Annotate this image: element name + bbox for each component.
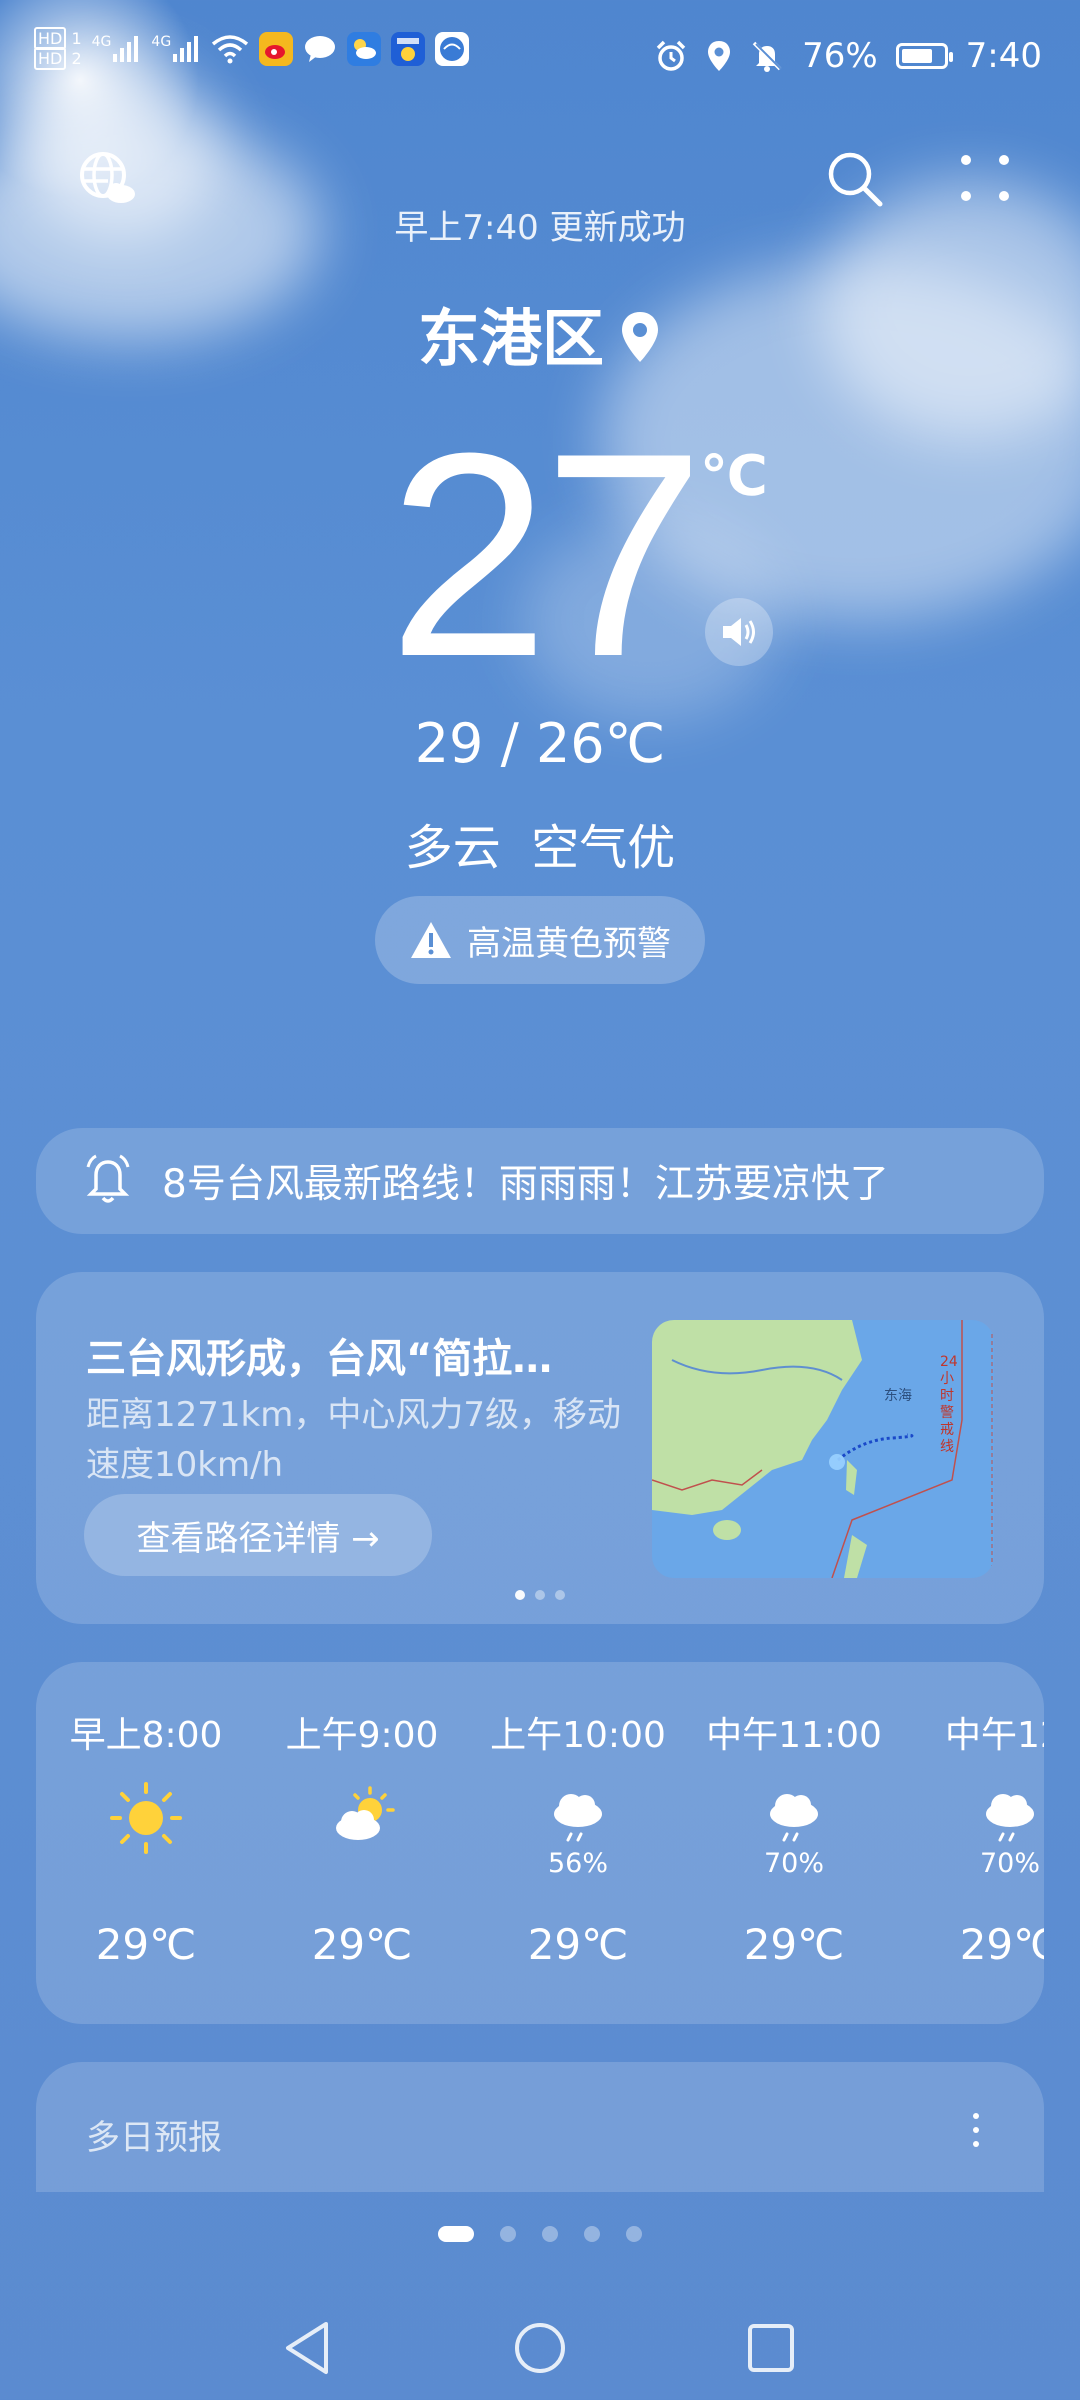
hour-item[interactable]: 中午12: 70% 29℃ bbox=[910, 1706, 1044, 1969]
hour-time: 上午10:00 bbox=[490, 1715, 666, 1756]
speaker-icon bbox=[723, 618, 755, 646]
partly-cloudy-icon bbox=[262, 1776, 462, 1860]
multi-day-label: 多日预报 bbox=[86, 2118, 222, 2158]
signal-icon-2: 4G bbox=[151, 34, 201, 64]
alert-label: 高温黄色预警 bbox=[467, 923, 671, 964]
current-temperature: 27 bbox=[388, 393, 705, 717]
weibo-app-icon bbox=[259, 32, 294, 66]
hour-temp: 29℃ bbox=[743, 1920, 845, 1969]
hour-time: 早上8:00 bbox=[69, 1715, 223, 1756]
multi-day-forecast-card[interactable]: 多日预报 bbox=[36, 2062, 1044, 2192]
hour-temp: 29℃ bbox=[95, 1920, 197, 1969]
sim-indicator: HD 1 HD 2 bbox=[34, 27, 82, 70]
recents-button[interactable] bbox=[742, 2318, 798, 2382]
hour-item[interactable]: 上午10:00 56% 29℃ bbox=[478, 1706, 678, 1969]
hour-temp: 29℃ bbox=[527, 1920, 629, 1969]
location-pin-icon bbox=[618, 306, 662, 379]
hour-item[interactable]: 上午9:00 29℃ bbox=[262, 1706, 462, 1969]
wifi-icon bbox=[211, 34, 249, 64]
typhoon-card[interactable]: 三台风形成，台风“简拉… 距离1271km，中心风力7级，移动速度10km/h … bbox=[36, 1272, 1044, 1624]
typhoon-title: 三台风形成，台风“简拉… bbox=[86, 1336, 553, 1382]
back-triangle-icon bbox=[286, 2322, 328, 2374]
page-indicator bbox=[0, 2226, 1080, 2242]
sun-icon bbox=[46, 1776, 246, 1860]
card-more-button[interactable] bbox=[972, 2112, 980, 2152]
hour-time: 上午9:00 bbox=[285, 1715, 439, 1756]
browser-app-icon bbox=[435, 32, 470, 66]
recents-square-icon bbox=[748, 2324, 794, 2372]
bell-icon bbox=[84, 1153, 132, 1209]
home-button[interactable] bbox=[510, 2318, 570, 2382]
hour-item[interactable]: 早上8:00 29℃ bbox=[46, 1706, 246, 1969]
vertical-dots-icon bbox=[973, 2113, 979, 2147]
message-icon bbox=[303, 34, 337, 64]
weather-alert-chip[interactable]: 高温黄色预警 bbox=[375, 896, 705, 984]
app-icon-blue bbox=[391, 32, 426, 66]
air-quality[interactable]: 空气优 bbox=[531, 820, 675, 876]
hour-temp: 29℃ bbox=[311, 1920, 413, 1969]
warning-triangle-icon bbox=[411, 922, 451, 958]
map-warning-line-label: 24小时警戒线 bbox=[940, 1354, 958, 1455]
voice-broadcast-button[interactable] bbox=[705, 598, 773, 666]
hourly-forecast-card[interactable]: 早上8:00 29℃ 上午9:00 29℃ 上午10:00 56% 29℃ 中午… bbox=[36, 1662, 1044, 2024]
weather-condition: 多云 bbox=[404, 820, 501, 876]
weather-app-icon bbox=[347, 32, 382, 66]
temperature-unit: ℃ bbox=[700, 444, 768, 509]
map-sea-label: 东海 bbox=[884, 1388, 912, 1404]
hour-temp: 29℃ bbox=[959, 1920, 1044, 1969]
clock: 7:40 bbox=[965, 36, 1042, 76]
alarm-icon bbox=[654, 39, 688, 73]
battery-percent: 76% bbox=[802, 36, 878, 76]
battery-icon bbox=[895, 43, 953, 69]
hour-item[interactable]: 中午11:00 70% 29℃ bbox=[694, 1706, 894, 1969]
back-button[interactable] bbox=[280, 2318, 336, 2382]
rain-cloud-icon bbox=[694, 1776, 894, 1860]
location-icon bbox=[706, 39, 732, 73]
signal-icon: 4G bbox=[92, 34, 142, 64]
status-bar: HD 1 HD 2 4G 4G 76% 7:40 bbox=[0, 0, 1080, 110]
mute-bell-icon bbox=[750, 39, 784, 73]
typhoon-description: 距离1271km，中心风力7级，移动速度10km/h bbox=[86, 1395, 621, 1485]
carousel-indicator bbox=[36, 1590, 1044, 1600]
rain-cloud-icon bbox=[910, 1776, 1044, 1860]
typhoon-map[interactable]: 东海 24小时警戒线 bbox=[652, 1320, 994, 1578]
hour-time: 中午11:00 bbox=[706, 1715, 882, 1756]
home-circle-icon bbox=[515, 2323, 565, 2373]
rain-cloud-icon bbox=[478, 1776, 678, 1860]
city-name[interactable]: 东港区 bbox=[0, 288, 1080, 379]
view-route-button[interactable]: 查看路径详情 → bbox=[84, 1494, 432, 1576]
temperature-range: 29 / 26℃ bbox=[414, 712, 666, 775]
update-status: 早上7:40 更新成功 bbox=[394, 208, 686, 248]
city-label: 东港区 bbox=[417, 302, 604, 375]
navigation-bar bbox=[0, 2300, 1080, 2400]
news-banner[interactable]: 8号台风最新路线！雨雨雨！江苏要凉快了 bbox=[36, 1128, 1044, 1234]
hour-time: 中午12: bbox=[945, 1715, 1044, 1756]
condition-line: 多云 空气优 bbox=[0, 808, 1080, 878]
news-headline: 8号台风最新路线！雨雨雨！江苏要凉快了 bbox=[162, 1162, 889, 1207]
